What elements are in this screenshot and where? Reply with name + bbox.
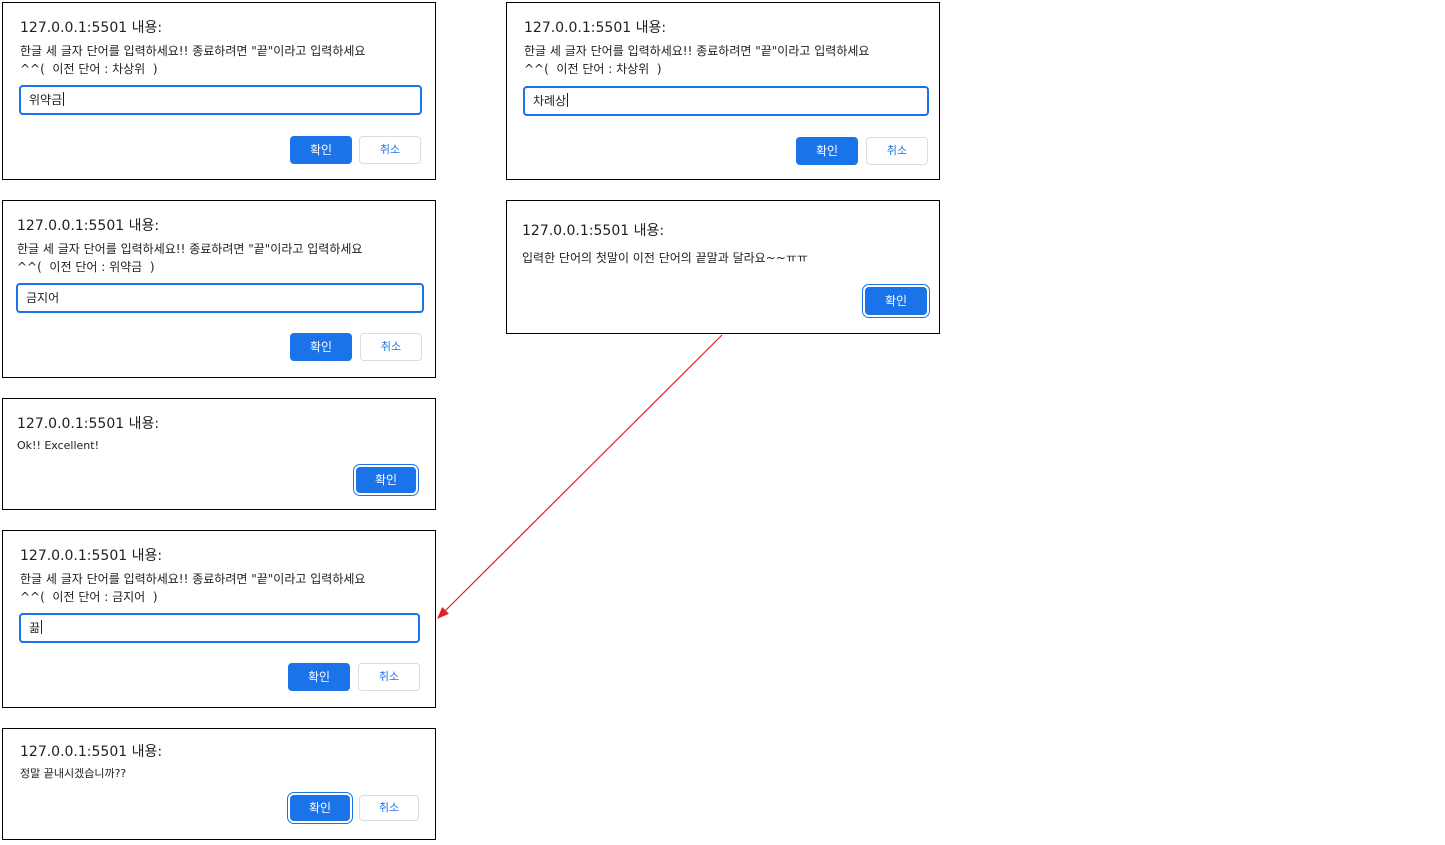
- annotation-arrow: [437, 334, 723, 619]
